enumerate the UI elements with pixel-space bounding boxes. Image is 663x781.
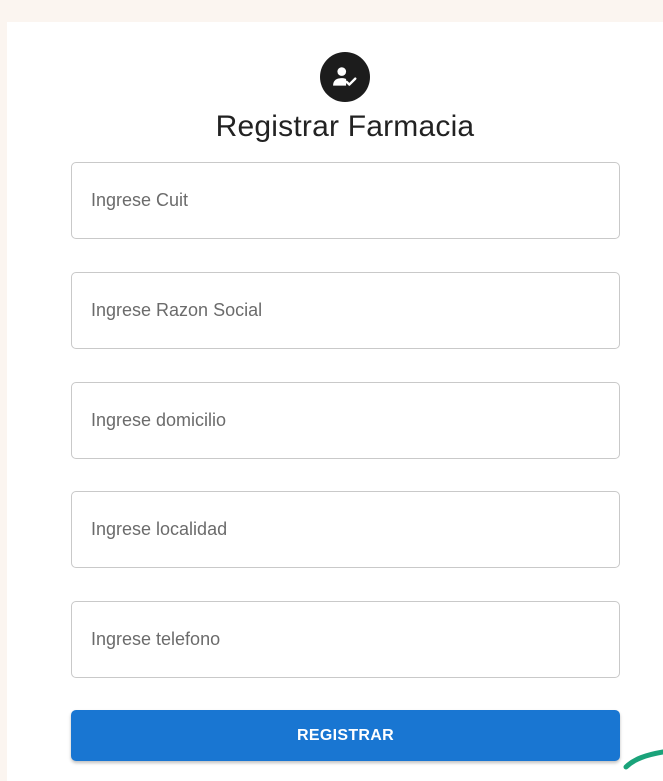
page-title: Registrar Farmacia: [215, 110, 475, 143]
person-check-icon: [333, 67, 357, 86]
register-form-card: Registrar Farmacia REGISTRAR: [7, 22, 663, 781]
localidad-input[interactable]: [71, 491, 620, 568]
telefono-input[interactable]: [71, 601, 620, 678]
decorative-swoosh: [623, 749, 663, 770]
register-button[interactable]: REGISTRAR: [71, 710, 620, 761]
domicilio-input[interactable]: [71, 382, 620, 459]
razon-social-input[interactable]: [71, 272, 620, 349]
avatar: [320, 52, 370, 102]
cuit-input[interactable]: [71, 162, 620, 239]
